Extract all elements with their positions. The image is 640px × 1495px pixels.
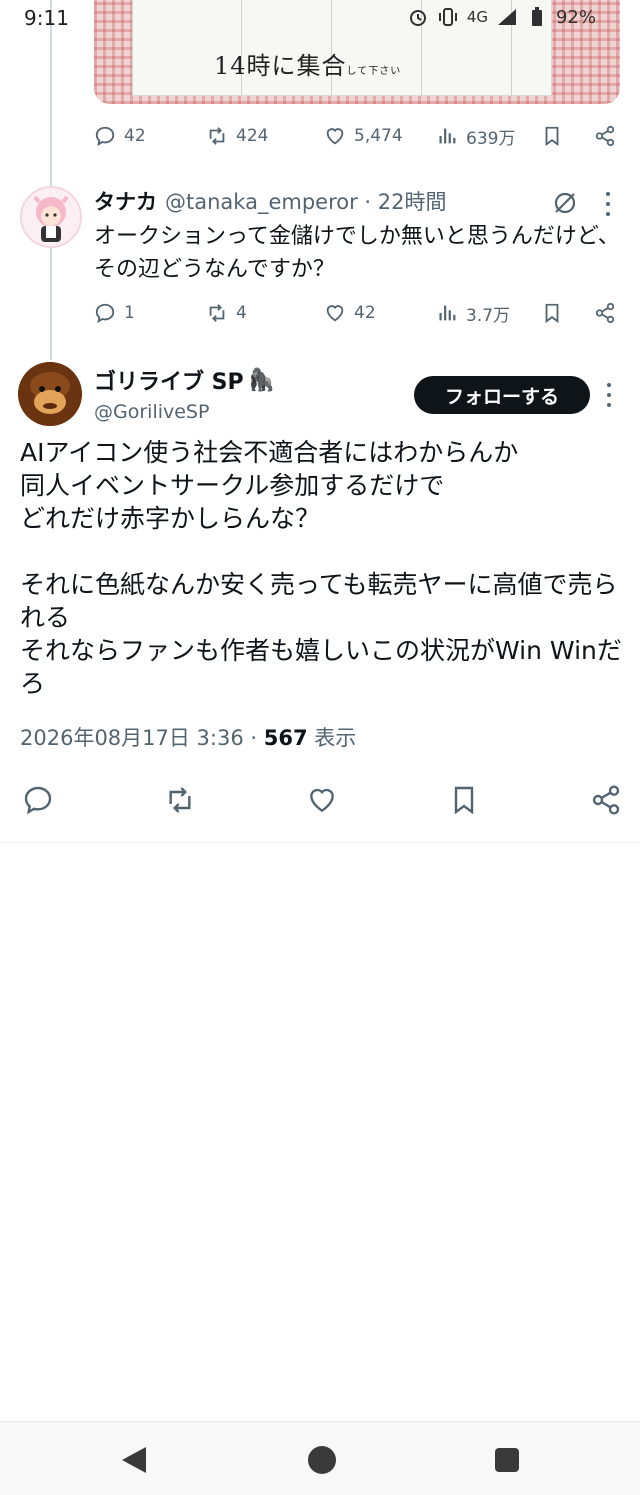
bookmark-button[interactable] [541,125,594,147]
status-bar: 9:11 4G 92% [0,0,640,36]
avatar-tanaka[interactable] [20,186,82,248]
back-icon[interactable] [122,1447,146,1473]
gorilla-emoji: 🦍 [247,367,276,393]
views-icon [439,305,456,321]
retweet-icon [209,304,225,322]
reply-handle-time[interactable]: @tanaka_emperor · 22時間 [165,186,446,216]
like-count: 5,474 [354,126,403,146]
share-icon [595,125,615,147]
retweet-icon [209,127,225,145]
reply-icon [95,126,115,147]
retweet-icon[interactable] [164,784,196,816]
share-icon[interactable] [590,784,622,816]
vibrate-icon [437,6,459,28]
reply-more-icon[interactable] [605,192,611,216]
tweet-meta: 2026年08月17日 3:36 · 567 表示 [20,722,356,752]
bookmark-icon[interactable] [448,784,480,816]
like-button[interactable]: 42 [324,302,436,324]
reply-tweet-actions: 1 4 42 3.7万 [94,298,624,328]
bookmark-button[interactable] [541,302,594,324]
views-button[interactable]: 639万 [436,124,541,149]
reply-button[interactable]: 1 [94,302,206,324]
status-time: 9:11 [24,6,69,30]
alarm-icon [407,6,429,28]
heart-icon [326,305,344,322]
reply-button[interactable]: 42 [94,125,206,147]
view-count: 567 [263,726,308,750]
reply-header: タナカ @tanaka_emperor · 22時間 [94,186,446,216]
retweet-count: 424 [236,126,269,146]
network-label: 4G [466,8,488,26]
main-tweet-actions [22,782,622,818]
main-author-name[interactable]: ゴリライブ SP 🦍 [94,364,275,396]
thread-line [50,0,52,360]
like-count: 42 [354,303,376,323]
follow-button[interactable]: フォローする [414,376,590,414]
reply-count: 1 [124,303,135,323]
reply-icon[interactable] [22,784,54,816]
recents-icon[interactable] [495,1448,519,1472]
share-button[interactable] [594,302,624,324]
views-count: 3.7万 [466,305,511,326]
navigation-bar [0,1421,640,1495]
like-button[interactable]: 5,474 [324,125,436,147]
share-button[interactable] [594,125,624,147]
bookmark-icon [545,126,559,147]
divider [0,842,640,843]
main-more-icon[interactable] [606,383,612,407]
reply-author-name[interactable]: タナカ [94,186,157,216]
signal-icon [496,6,518,28]
battery-icon [526,6,548,28]
grok-icon[interactable] [552,190,578,216]
retweet-button[interactable]: 424 [206,125,324,147]
bookmark-icon [545,303,559,324]
views-button[interactable]: 3.7万 [436,301,541,326]
view-label: 表示 [307,726,357,750]
paper-handwriting: 14時に集合して下さい [214,52,402,80]
tweet-date[interactable]: 2026年08月17日 3:36 · [20,726,264,750]
first-tweet-actions: 42 424 5,474 639万 [94,121,624,151]
share-icon [595,302,615,324]
views-icon [439,128,456,144]
views-count: 639万 [466,128,516,149]
reply-icon [95,303,115,324]
heart-icon[interactable] [306,784,338,816]
home-icon[interactable] [308,1446,336,1474]
retweet-button[interactable]: 4 [206,302,324,324]
main-author-handle[interactable]: @GoriliveSP [94,401,209,423]
status-icons: 4G 92% [407,6,596,28]
reply-text: オークションって金儲けでしか無いと思うんだけど、その辺どうなんですか？ [94,224,620,282]
reply-count: 42 [124,126,146,146]
heart-icon [326,128,344,145]
retweet-count: 4 [236,303,247,323]
avatar-gorilive[interactable] [18,362,82,426]
main-tweet-text: AIアイコン使う社会不適合者にはわからんか 同人イベントサークル参加するだけで … [20,438,622,698]
battery-level: 92% [555,6,596,28]
